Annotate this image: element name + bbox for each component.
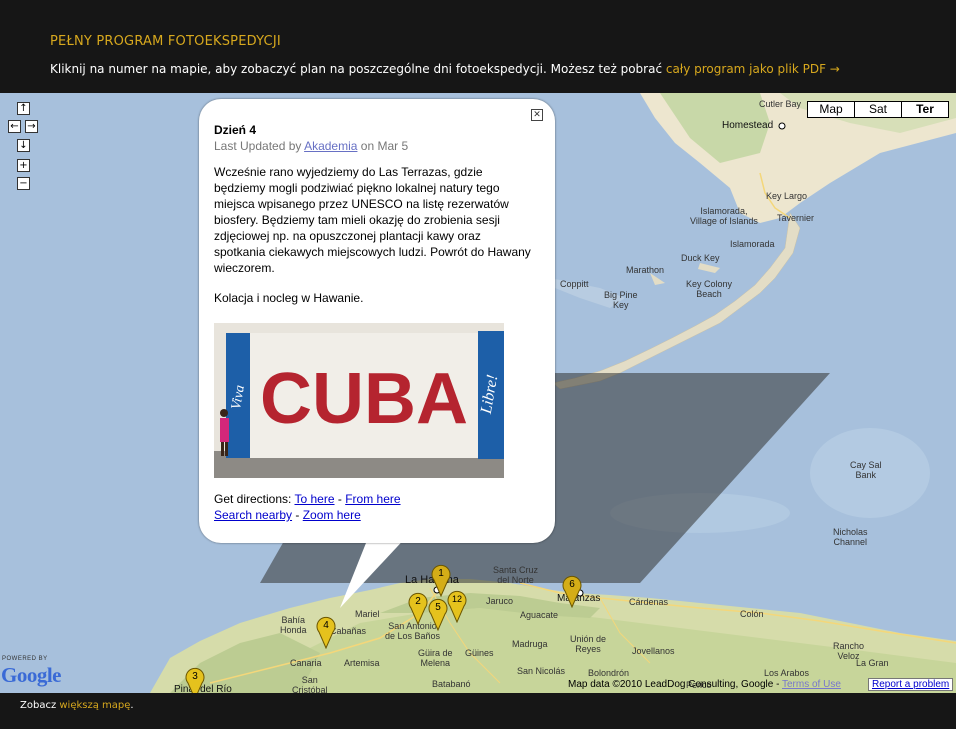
- label-cutler-bay: Cutler Bay: [759, 99, 802, 109]
- terms-link[interactable]: Terms of Use: [782, 679, 841, 690]
- marker-3[interactable]: 3: [185, 666, 205, 693]
- to-here-link[interactable]: To here: [294, 492, 334, 506]
- label-los-arabos: Los Arabos: [764, 668, 810, 678]
- info-meta: Last Updated by Akademia on Mar 5: [214, 139, 408, 153]
- page-subtitle: Kliknij na numer na mapie, aby zobaczyć …: [50, 62, 840, 76]
- from-here-link[interactable]: From here: [345, 492, 400, 506]
- label-batabano: Batabanó: [432, 679, 471, 689]
- label-colon: Colón: [740, 609, 764, 619]
- attribution-text: Map data ©2010 LeadDog Consulting, Googl…: [568, 679, 782, 690]
- label-homestead: Homestead: [722, 120, 774, 131]
- marker-5[interactable]: 5: [428, 597, 448, 631]
- dash-2: -: [292, 508, 303, 522]
- marker-12-label: 12: [452, 594, 462, 604]
- label-islamorada-village: Islamorada, Village of Islands: [690, 206, 758, 226]
- label-marathon: Marathon: [626, 265, 665, 275]
- pan-down-icon[interactable]: ↓: [17, 139, 30, 152]
- info-directions: Get directions: To here - From here Sear…: [214, 491, 401, 523]
- pan-right-icon[interactable]: →: [25, 120, 38, 133]
- label-santa-cruz: Santa Cruz del Norte: [493, 565, 539, 585]
- zoom-here-link[interactable]: Zoom here: [303, 508, 361, 522]
- footer-prefix: Zobacz: [20, 700, 60, 711]
- label-cay-sal: Cay Sal Bank: [850, 460, 882, 480]
- marker-3-label: 3: [192, 671, 198, 682]
- directions-label: Get directions:: [214, 492, 295, 506]
- meta-suffix: on Mar 5: [357, 139, 409, 153]
- zoom-in-icon[interactable]: +: [17, 159, 30, 172]
- marker-5-label: 5: [435, 602, 441, 613]
- label-guines: Güines: [465, 648, 494, 658]
- marker-4[interactable]: 4: [316, 615, 336, 649]
- label-key-largo: Key Largo: [766, 191, 808, 201]
- marker-4-label: 4: [323, 620, 329, 631]
- bubble-tail: [340, 533, 410, 608]
- label-union: Unión de Reyes: [570, 634, 607, 654]
- close-icon[interactable]: ✕: [531, 109, 543, 121]
- author-link[interactable]: Akademia: [304, 139, 357, 153]
- marker-6[interactable]: 6: [562, 574, 582, 608]
- google-logo[interactable]: Google: [1, 663, 62, 688]
- larger-map-link[interactable]: większą mapę: [59, 700, 130, 711]
- label-bolondron: Bolondrón: [588, 668, 630, 678]
- info-dinner: Kolacja i nocleg w Hawanie.: [214, 291, 364, 305]
- marker-12[interactable]: 12: [447, 589, 467, 623]
- label-cardenas: Cárdenas: [629, 597, 669, 607]
- label-canaria: Canaria: [290, 658, 322, 668]
- map-canvas[interactable]: Cutler Bay Homestead Key Largo Islamorad…: [0, 93, 956, 693]
- cuba-photo: CUBA Viva Libre!: [214, 323, 504, 478]
- map-navigation: ↑ ← → ↓ + −: [8, 102, 48, 192]
- label-big-pine: Big Pine Key: [604, 290, 638, 310]
- label-tavernier: Tavernier: [777, 213, 815, 223]
- powered-by-label: POWERED BY: [2, 656, 48, 662]
- pan-up-icon[interactable]: ↑: [17, 102, 30, 115]
- label-san-nicolas: San Nicolás: [517, 666, 566, 676]
- map-attribution: Map data ©2010 LeadDog Consulting, Googl…: [568, 679, 841, 690]
- label-bahia-honda: Bahía Honda: [280, 615, 307, 635]
- pdf-program-link[interactable]: cały program jako plik PDF →: [666, 62, 840, 76]
- page-title: PEŁNY PROGRAM FOTOEKSPEDYCJI: [50, 34, 281, 49]
- info-window: ✕ Dzień 4 Last Updated by Akademia on Ma…: [199, 99, 555, 543]
- label-san-cristobal: San Cristóbal: [292, 675, 328, 693]
- marker-6-label: 6: [569, 579, 575, 590]
- label-jaruco: Jaruco: [486, 596, 514, 606]
- pan-left-icon[interactable]: ←: [8, 120, 21, 133]
- map-type-sat[interactable]: Sat: [854, 101, 902, 118]
- meta-prefix: Last Updated by: [214, 139, 305, 153]
- photo-text: CUBA: [260, 359, 468, 439]
- map-type-map[interactable]: Map: [807, 101, 855, 118]
- label-key-colony: Key Colony Beach: [686, 279, 733, 299]
- info-title: Dzień 4: [214, 123, 257, 137]
- label-nicholas: Nicholas Channel: [833, 527, 868, 547]
- page-header: PEŁNY PROGRAM FOTOEKSPEDYCJI Kliknij na …: [0, 0, 956, 93]
- info-description: Wcześnie rano wyjedziemy do Las Terrazas…: [214, 165, 531, 275]
- search-nearby-link[interactable]: Search nearby: [214, 508, 292, 522]
- marker-1-label: 1: [438, 568, 444, 579]
- google-logo-text: Google: [1, 663, 62, 687]
- label-coppitt: Coppitt: [560, 279, 589, 289]
- label-jovellanos: Jovellanos: [632, 646, 675, 656]
- map-type-control: Map Sat Ter: [807, 101, 949, 118]
- label-duck-key: Duck Key: [681, 253, 720, 263]
- label-la-gran: La Gran: [856, 658, 889, 668]
- map-type-ter[interactable]: Ter: [901, 101, 949, 118]
- label-guira: Güira de Melena: [418, 648, 453, 668]
- label-aguacate: Aguacate: [520, 610, 559, 620]
- footer-suffix: .: [130, 700, 134, 711]
- page-footer: [0, 693, 956, 729]
- dash-1: -: [334, 492, 346, 506]
- zoom-out-icon[interactable]: −: [17, 177, 30, 190]
- label-islamorada: Islamorada: [730, 239, 775, 249]
- footer-text: Zobacz większą mapę.: [20, 700, 134, 711]
- report-problem-link[interactable]: Report a problem: [868, 678, 954, 691]
- label-artemisa: Artemisa: [344, 658, 380, 668]
- label-madruga: Madruga: [512, 639, 548, 649]
- subtitle-text: Kliknij na numer na mapie, aby zobaczyć …: [50, 62, 666, 76]
